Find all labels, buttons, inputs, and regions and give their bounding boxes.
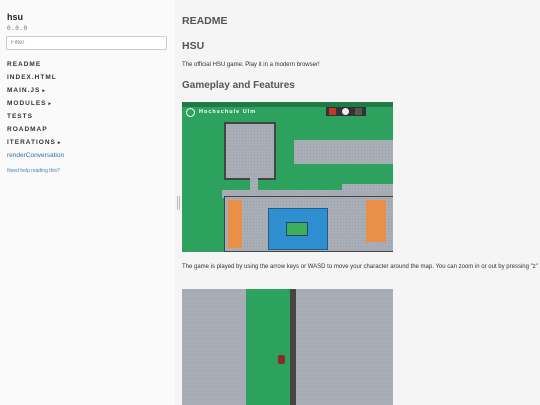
- map-icon: [355, 108, 362, 115]
- garden-area: [286, 222, 308, 236]
- road-area: [294, 140, 393, 164]
- sidebar-nav: README INDEX.HTML MAIN.JS ▸ MODULES ▸ TEST…: [7, 58, 64, 162]
- nav-item-tests[interactable]: TESTS: [7, 110, 64, 123]
- page-heading: README: [182, 15, 228, 27]
- nav-label: README: [7, 61, 42, 68]
- nav-item-main-js[interactable]: MAIN.JS ▸: [7, 84, 64, 97]
- pavement-area: [182, 289, 246, 405]
- nav-label: ITERATIONS: [7, 139, 56, 146]
- nav-item-modules[interactable]: MODULES ▸: [7, 97, 64, 110]
- sand-area: [366, 200, 386, 242]
- expand-arrow-icon: ▸: [57, 140, 62, 146]
- nav-item-index-html[interactable]: INDEX.HTML: [7, 71, 64, 84]
- nav-label: MAIN.JS: [7, 87, 41, 94]
- nav-label: TESTS: [7, 113, 33, 120]
- app-name: hsu: [7, 12, 24, 22]
- game-screenshot-zoomed: [182, 289, 393, 405]
- expand-arrow-icon: ▸: [48, 101, 53, 107]
- nav-item-iterations[interactable]: ITERATIONS ▸: [7, 136, 64, 149]
- sidebar: hsu 0.0.0 README INDEX.HTML MAIN.JS▸ MOD…: [0, 0, 175, 405]
- sand-area: [228, 200, 242, 248]
- game-hud: [326, 107, 366, 116]
- nav-item-roadmap[interactable]: ROADMAP: [7, 123, 64, 136]
- project-title: HSU: [182, 40, 205, 52]
- university-logo-icon: [186, 108, 195, 117]
- game-screenshot-map: Hochschule Ulm: [182, 102, 393, 252]
- game-banner: Hochschule Ulm: [199, 109, 257, 115]
- building-block: [224, 122, 276, 180]
- character-icon: [329, 108, 336, 115]
- help-link[interactable]: Need help reading this?: [7, 168, 60, 174]
- intro-text: The official HSU game. Play it in a mode…: [182, 62, 320, 68]
- sidebar-resize-handle[interactable]: [177, 196, 180, 210]
- app-version: 0.0.0: [7, 25, 28, 32]
- nav-label: ROADMAP: [7, 126, 48, 133]
- gameplay-heading: Gameplay and Features: [182, 80, 295, 91]
- eye-icon: [342, 108, 349, 115]
- road-area: [342, 184, 393, 194]
- pavement-area: [296, 289, 393, 405]
- player-character-icon: [278, 355, 285, 364]
- main-content: README HSU The official HSU game. Play i…: [182, 0, 540, 405]
- filter-input[interactable]: [6, 36, 167, 50]
- nav-label: MODULES: [7, 100, 47, 107]
- nav-label: INDEX.HTML: [7, 74, 57, 81]
- nav-link-render-conversation[interactable]: renderConversation: [7, 149, 64, 162]
- expand-arrow-icon: ▸: [42, 88, 46, 94]
- gameplay-description: The game is played by using the arrow ke…: [182, 264, 538, 270]
- nav-item-readme[interactable]: README: [7, 58, 64, 71]
